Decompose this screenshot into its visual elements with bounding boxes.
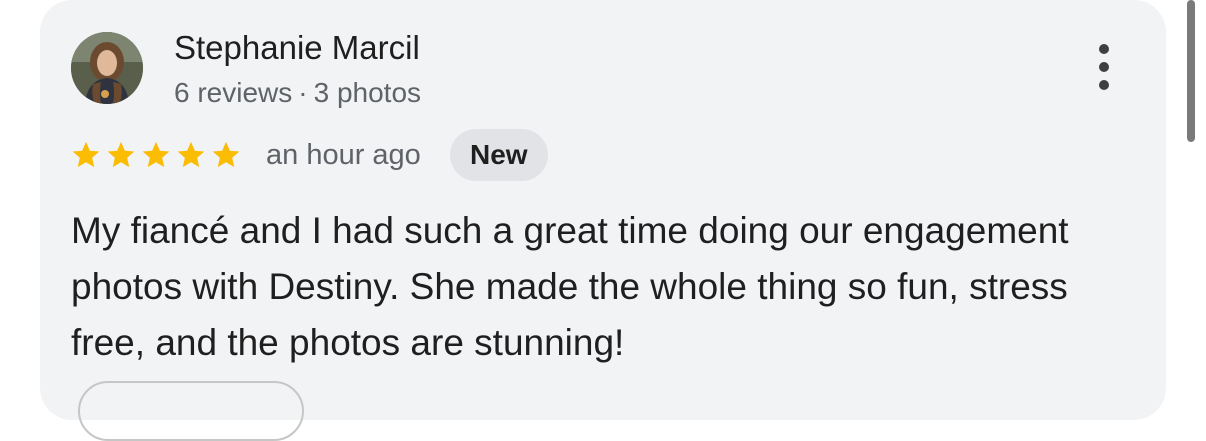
action-chip[interactable]: [78, 381, 304, 441]
star-icon: [212, 141, 240, 168]
star-rating: [70, 135, 242, 175]
star-icon: [142, 141, 170, 168]
more-options-button[interactable]: [1086, 44, 1122, 90]
photos-count: 3 photos: [313, 77, 422, 108]
star-icon: [72, 141, 100, 168]
avatar[interactable]: [71, 32, 143, 104]
reviewer-name[interactable]: Stephanie Marcil: [174, 28, 420, 68]
review-text: My fiancé and I had such a great time do…: [71, 210, 1069, 363]
meta-separator: ·: [298, 77, 308, 108]
scrollbar[interactable]: [1187, 0, 1195, 142]
review-time: an hour ago: [266, 139, 421, 171]
new-badge: New: [450, 129, 548, 181]
more-vertical-icon: [1099, 44, 1109, 90]
avatar-photo: [71, 32, 143, 104]
star-icon: [107, 141, 135, 168]
star-icon: [177, 141, 205, 168]
reviewer-meta: 6 reviews · 3 photos: [174, 75, 421, 111]
reviews-count: 6 reviews: [174, 77, 293, 108]
